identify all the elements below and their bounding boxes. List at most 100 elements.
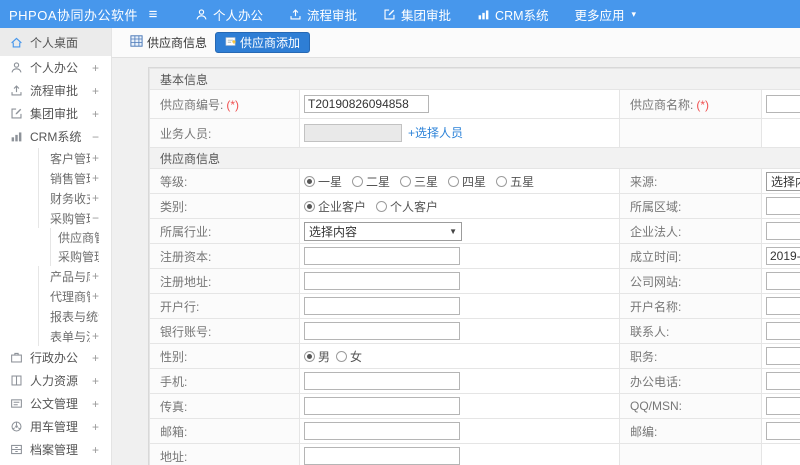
required-mark: (*) bbox=[226, 97, 240, 112]
expand-icon[interactable]: + bbox=[92, 107, 99, 121]
bank-account-input[interactable] bbox=[304, 322, 460, 340]
mobile-input[interactable] bbox=[304, 372, 460, 390]
sidebar-item-purchase-mgmt[interactable]: 采购管理 − bbox=[0, 208, 111, 228]
radio-personal-customer[interactable]: 个人客户 bbox=[376, 198, 438, 215]
topmenu-personal-office[interactable]: 个人办公 bbox=[182, 0, 276, 28]
content-area: 基本信息 供应商编号:(*) 供应商名称:(*) 业务人员: +选择人员 bbox=[112, 58, 800, 465]
radio-two-star[interactable]: 二星 bbox=[352, 173, 390, 190]
qq-msn-input[interactable] bbox=[766, 397, 800, 415]
topmenu-workflow-approval[interactable]: 流程审批 bbox=[276, 0, 370, 28]
top-bar: PHPOA协同办公软件 ≡ 个人办公 流程审批 集团审批 CRM系统 更多应用 … bbox=[0, 0, 800, 28]
edit-icon bbox=[383, 8, 396, 21]
expand-icon[interactable]: + bbox=[92, 329, 99, 343]
industry-select[interactable]: 选择内容 ▼ bbox=[304, 221, 462, 241]
expand-icon[interactable]: + bbox=[92, 351, 99, 365]
expand-icon[interactable]: + bbox=[92, 443, 99, 457]
sidebar-item-purchasing[interactable]: 采购管理 bbox=[0, 247, 111, 266]
topmenu-crm-system[interactable]: CRM系统 bbox=[464, 0, 561, 28]
label-bank-branch: 开户行: bbox=[149, 293, 300, 319]
address-input[interactable] bbox=[304, 447, 460, 465]
expand-icon[interactable]: + bbox=[92, 171, 99, 185]
topmenu-group-approval[interactable]: 集团审批 bbox=[370, 0, 464, 28]
expand-icon[interactable]: + bbox=[92, 374, 99, 388]
chart-icon bbox=[10, 130, 23, 143]
sidebar-item-reports-stats[interactable]: 报表与统计 bbox=[0, 306, 111, 326]
fax-input[interactable] bbox=[304, 397, 460, 415]
user-icon bbox=[10, 61, 23, 74]
label-registered-address: 注册地址: bbox=[149, 268, 300, 294]
sidebar-item-crm-system[interactable]: CRM系统 − bbox=[0, 125, 111, 148]
email-input[interactable] bbox=[304, 422, 460, 440]
sidebar-item-personal-desktop[interactable]: 个人桌面 bbox=[0, 28, 111, 56]
label-mobile: 手机: bbox=[149, 368, 300, 394]
collapse-icon[interactable]: − bbox=[92, 130, 99, 144]
sidebar-item-agent-mgmt[interactable]: 代理商管理 + bbox=[0, 286, 111, 306]
account-name-input[interactable] bbox=[766, 297, 800, 315]
expand-icon[interactable]: + bbox=[92, 289, 99, 303]
supplier-name-input[interactable] bbox=[766, 95, 800, 113]
job-title-input[interactable] bbox=[766, 347, 800, 365]
label-region: 所属区域: bbox=[619, 193, 762, 219]
region-input[interactable] bbox=[766, 197, 800, 215]
radio-one-star[interactable]: 一星 bbox=[304, 173, 342, 190]
bank-branch-input[interactable] bbox=[304, 297, 460, 315]
office-phone-input[interactable] bbox=[766, 372, 800, 390]
user-icon bbox=[195, 8, 208, 21]
radio-five-star[interactable]: 五星 bbox=[496, 173, 534, 190]
sidebar-item-admin-office[interactable]: 行政办公 + bbox=[0, 346, 111, 369]
edit-icon bbox=[10, 107, 23, 120]
sidebar-item-personal-office[interactable]: 个人办公 + bbox=[0, 56, 111, 79]
legal-person-input[interactable] bbox=[766, 222, 800, 240]
sidebar-item-form-flow-settings[interactable]: 表单与流程设置 + bbox=[0, 326, 111, 346]
form-add-icon bbox=[225, 36, 236, 50]
sidebar-item-archive-mgmt[interactable]: 档案管理 + bbox=[0, 438, 111, 461]
sidebar-item-sales-mgmt[interactable]: 销售管理 + bbox=[0, 168, 111, 188]
contact-person-input[interactable] bbox=[766, 322, 800, 340]
collapse-icon[interactable]: − bbox=[92, 211, 99, 225]
company-website-input[interactable] bbox=[766, 272, 800, 290]
app-brand: PHPOA协同办公软件 bbox=[9, 7, 139, 23]
sidebar-item-finance[interactable]: 财务收支 + bbox=[0, 188, 111, 208]
supplier-code-input[interactable] bbox=[304, 95, 429, 113]
sidebar-item-product-inventory[interactable]: 产品与库存 + bbox=[0, 266, 111, 286]
expand-icon[interactable]: + bbox=[92, 61, 99, 75]
tab-supplier-add[interactable]: 供应商添加 bbox=[215, 32, 311, 53]
supplier-add-form: 基本信息 供应商编号:(*) 供应商名称:(*) 业务人员: +选择人员 bbox=[148, 67, 800, 465]
sidebar-item-customer-mgmt[interactable]: 客户管理 + bbox=[0, 148, 111, 168]
radio-enterprise-customer[interactable]: 企业客户 bbox=[304, 198, 366, 215]
sidebar-item-vehicle-mgmt[interactable]: 用车管理 + bbox=[0, 415, 111, 438]
top-menu: 个人办公 流程审批 集团审批 CRM系统 更多应用 ▾ bbox=[182, 0, 649, 28]
sidebar-item-document-mgmt[interactable]: 公文管理 + bbox=[0, 392, 111, 415]
sidebar-item-supplier-mgmt[interactable]: 供应商管理 bbox=[0, 228, 111, 247]
select-person-link[interactable]: +选择人员 bbox=[408, 126, 463, 140]
sidebar-item-workflow-approval[interactable]: 流程审批 + bbox=[0, 79, 111, 102]
topmenu-more-apps[interactable]: 更多应用 ▾ bbox=[562, 0, 650, 28]
label-source: 来源: bbox=[619, 168, 762, 194]
radio-four-star[interactable]: 四星 bbox=[448, 173, 486, 190]
business-staff-input[interactable] bbox=[304, 124, 402, 143]
radio-three-star[interactable]: 三星 bbox=[400, 173, 438, 190]
radio-male[interactable]: 男 bbox=[304, 348, 330, 365]
section-header-basic-info: 基本信息 bbox=[148, 68, 800, 90]
document-icon bbox=[10, 397, 23, 410]
expand-icon[interactable]: + bbox=[92, 84, 99, 98]
expand-icon[interactable]: + bbox=[92, 191, 99, 205]
sidebar-item-group-approval[interactable]: 集团审批 + bbox=[0, 102, 111, 125]
postcode-input[interactable] bbox=[766, 422, 800, 440]
founded-date-input[interactable] bbox=[766, 247, 800, 265]
expand-icon[interactable]: + bbox=[92, 420, 99, 434]
required-mark: (*) bbox=[696, 97, 710, 112]
tab-supplier-info[interactable]: 供应商信息 bbox=[130, 34, 207, 51]
caret-down-icon: ▾ bbox=[631, 8, 637, 19]
source-select[interactable]: 选择内容▼ bbox=[766, 171, 800, 191]
expand-icon[interactable]: + bbox=[92, 397, 99, 411]
registered-capital-input[interactable] bbox=[304, 247, 460, 265]
expand-icon[interactable]: + bbox=[92, 151, 99, 165]
radio-female[interactable]: 女 bbox=[336, 348, 362, 365]
expand-icon[interactable]: + bbox=[92, 269, 99, 283]
label-job-title: 职务: bbox=[619, 343, 762, 369]
hamburger-icon[interactable]: ≡ bbox=[138, 6, 168, 23]
label-supplier-name: 供应商名称: (*) bbox=[619, 89, 762, 119]
sidebar-item-human-resources[interactable]: 人力资源 + bbox=[0, 369, 111, 392]
registered-address-input[interactable] bbox=[304, 272, 460, 290]
